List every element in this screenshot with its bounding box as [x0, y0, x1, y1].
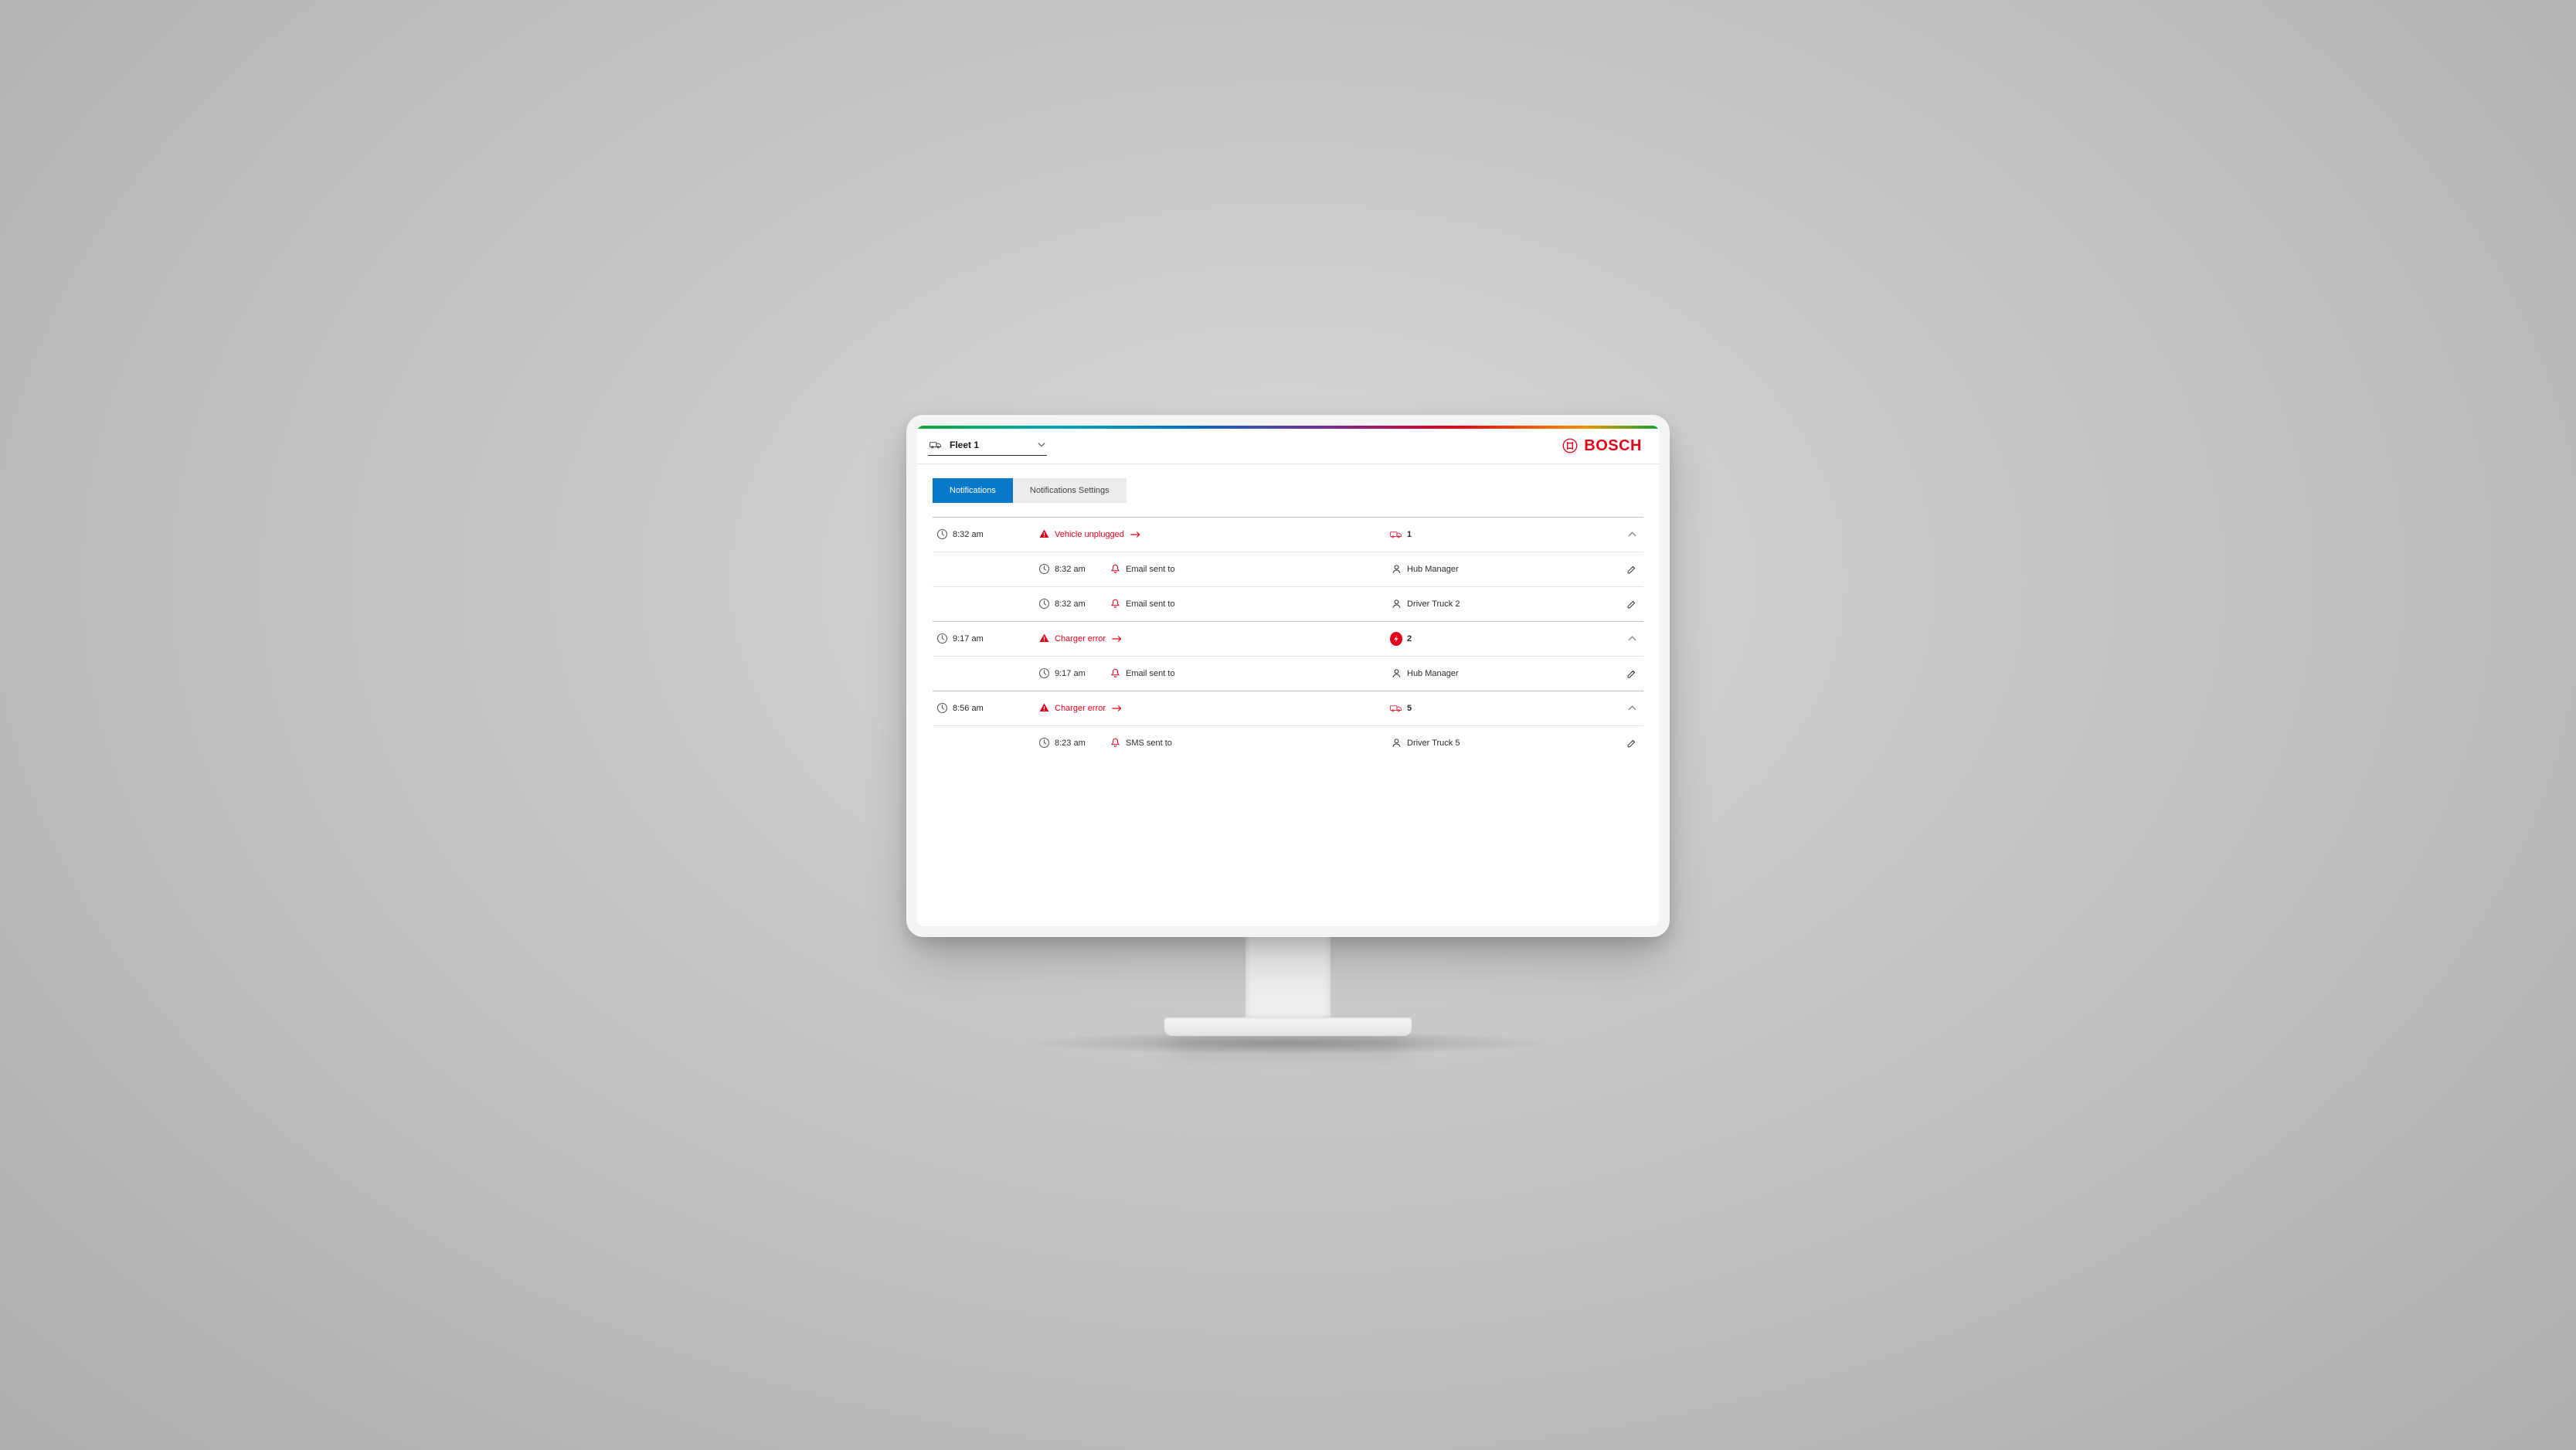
- action-recipient: Hub Manager: [1407, 565, 1623, 574]
- clock-icon: [936, 702, 948, 715]
- event-time: 9:17 am: [953, 634, 1038, 644]
- asset-icon: [1390, 633, 1402, 645]
- fleet-label: Fleet 1: [950, 440, 979, 450]
- chevron-down-icon: [1038, 441, 1045, 449]
- fleet-dropdown[interactable]: Fleet 1: [928, 436, 1047, 456]
- clock-icon: [1038, 598, 1050, 610]
- notification-row[interactable]: 8:32 am Vehicle unplugged 1: [933, 517, 1643, 552]
- app-header: Fleet 1 BOSCH: [917, 429, 1659, 464]
- person-icon: [1390, 667, 1402, 680]
- person-icon: [1390, 563, 1402, 576]
- action-time: 8:32 am: [1055, 565, 1109, 574]
- notification-action-row: 8:32 am Email sent to Driver Truck 2: [933, 586, 1643, 621]
- action-time: 8:32 am: [1055, 599, 1109, 609]
- person-icon: [1390, 598, 1402, 610]
- action-msg: Email sent to: [1126, 565, 1390, 574]
- collapse-toggle[interactable]: [1628, 636, 1636, 642]
- notification-action-row: 8:23 am SMS sent to Driver Truck 5: [933, 725, 1643, 760]
- action-msg: Email sent to: [1126, 599, 1390, 609]
- clock-icon: [1038, 737, 1050, 749]
- brand-text: BOSCH: [1584, 437, 1642, 455]
- truck-icon: [929, 439, 942, 451]
- bell-icon: [1109, 737, 1121, 749]
- edit-button[interactable]: [1626, 668, 1637, 679]
- bell-icon: [1109, 667, 1121, 680]
- action-msg: SMS sent to: [1126, 739, 1390, 748]
- event-type: Charger error: [1055, 634, 1390, 644]
- action-msg: Email sent to: [1126, 669, 1390, 678]
- monitor-mockup: Fleet 1 BOSCH Notifications Notification…: [906, 415, 1670, 1036]
- event-type: Charger error: [1055, 704, 1390, 713]
- action-recipient: Hub Manager: [1407, 669, 1623, 678]
- warning-icon: [1038, 528, 1050, 541]
- notification-list: 8:32 am Vehicle unplugged 1 8:32 am Email se…: [933, 517, 1643, 760]
- action-time: 9:17 am: [1055, 669, 1109, 678]
- clock-icon: [1038, 563, 1050, 576]
- bell-icon: [1109, 563, 1121, 576]
- asset-id: 1: [1407, 530, 1623, 539]
- tabs: Notifications Notifications Settings: [933, 478, 1643, 503]
- notification-action-row: 9:17 am Email sent to Hub Manager: [933, 656, 1643, 691]
- tab-notifications[interactable]: Notifications: [933, 478, 1013, 503]
- app-screen: Fleet 1 BOSCH Notifications Notification…: [917, 426, 1659, 926]
- action-recipient: Driver Truck 5: [1407, 739, 1623, 748]
- action-time: 8:23 am: [1055, 739, 1109, 748]
- collapse-toggle[interactable]: [1628, 531, 1636, 538]
- brand-logo: BOSCH: [1562, 437, 1642, 455]
- event-time: 8:56 am: [953, 704, 1038, 713]
- clock-icon: [1038, 667, 1050, 680]
- warning-icon: [1038, 702, 1050, 715]
- collapse-toggle[interactable]: [1628, 705, 1636, 711]
- edit-button[interactable]: [1626, 599, 1637, 610]
- bell-icon: [1109, 598, 1121, 610]
- tab-notifications-settings[interactable]: Notifications Settings: [1013, 478, 1127, 503]
- notification-action-row: 8:32 am Email sent to Hub Manager: [933, 552, 1643, 586]
- notification-row[interactable]: 9:17 am Charger error 2: [933, 621, 1643, 656]
- warning-icon: [1038, 633, 1050, 645]
- clock-icon: [936, 633, 948, 645]
- action-recipient: Driver Truck 2: [1407, 599, 1623, 609]
- person-icon: [1390, 737, 1402, 749]
- bosch-anchor-icon: [1562, 438, 1578, 453]
- asset-id: 2: [1407, 634, 1623, 644]
- event-type: Vehicle unplugged: [1055, 530, 1390, 539]
- clock-icon: [936, 528, 948, 541]
- edit-button[interactable]: [1626, 738, 1637, 749]
- notification-row[interactable]: 8:56 am Charger error 5: [933, 691, 1643, 725]
- asset-id: 5: [1407, 704, 1623, 713]
- asset-icon: [1390, 702, 1402, 715]
- edit-button[interactable]: [1626, 564, 1637, 575]
- asset-icon: [1390, 528, 1402, 541]
- event-time: 8:32 am: [953, 530, 1038, 539]
